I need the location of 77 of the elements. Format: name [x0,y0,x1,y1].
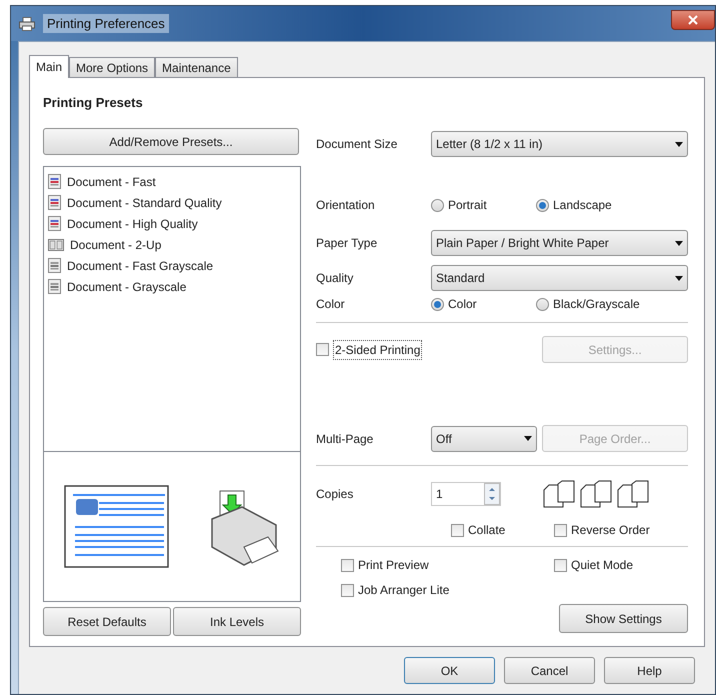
field-label: Paper Type [316,235,378,252]
printer-icon [19,16,35,30]
tab[interactable]: More Options [69,57,156,77]
preset-item[interactable]: Document - 2-Up [48,234,296,255]
section-heading: Printing Presets [43,94,144,112]
dialog-action-button[interactable]: Ink Levels [173,607,301,636]
radio-label: Color [448,296,477,313]
field-label: Color [316,296,346,313]
radio-button[interactable] [431,198,444,212]
dialog-action-button[interactable]: Reset Defaults [43,607,171,636]
preset-label: Document - Standard Quality [67,194,222,212]
preset-label: Document - 2-Up [70,236,162,254]
dropdown[interactable]: Plain Paper / Bright White Paper [431,230,688,256]
dropdown[interactable]: Off [431,426,537,452]
dropdown-arrow-icon [675,240,683,246]
page-layout-icon [64,484,170,568]
window-title: Printing Preferences [43,14,169,34]
radio-label: Black/Grayscale [553,296,640,313]
checkbox-label: Quiet Mode [571,557,634,574]
checkbox[interactable] [554,558,567,572]
checkbox[interactable] [316,343,329,356]
dropdown-value: Plain Paper / Bright White Paper [436,235,609,252]
field-label: Quality [316,270,354,287]
dropdown-value: Letter (8 1/2 x 11 in) [436,136,542,153]
preset-label: Document - High Quality [67,216,198,232]
dialog-button[interactable]: Help [604,657,695,684]
radio-button[interactable] [536,198,549,212]
close-button[interactable] [671,10,715,30]
document-icon [48,216,61,231]
show-settings-button[interactable]: Show Settings [559,604,688,633]
tab[interactable]: Main [29,55,70,78]
radio-button[interactable] [431,298,444,310]
checkbox[interactable] [554,524,567,536]
field-label: Multi-Page [316,430,374,448]
checkbox[interactable] [341,558,354,572]
dropdown-arrow-icon [675,276,683,280]
two-pages-icon [48,238,64,250]
copies-value: 1 [436,486,443,503]
document-icon [48,279,61,294]
checkbox[interactable] [341,584,354,596]
copies-spinner[interactable]: 1 [431,482,501,506]
close-icon [688,14,698,24]
field-label: Document Size [316,136,398,153]
preset-item[interactable]: Document - Standard Quality [48,192,296,213]
dropdown-value: Off [436,430,452,448]
preset-label: Document - Fast [67,174,156,190]
dialog-button[interactable]: OK [404,657,495,684]
radio-label: Portrait [448,197,487,214]
checkbox-label: Collate [468,522,506,539]
document-icon [48,195,61,210]
preset-label: Document - Fast Grayscale [67,258,214,274]
add-remove-presets-button[interactable]: Add/Remove Presets... [43,128,299,155]
checkbox[interactable] [451,524,464,536]
preset-label: Document - Grayscale [67,278,186,296]
checkbox-label: Print Preview [358,557,429,574]
checkbox-label: Job Arranger Lite [358,582,450,599]
radio-label: Landscape [553,197,612,214]
dropdown-arrow-icon [524,436,532,441]
preset-item[interactable]: Document - Grayscale [48,276,296,297]
field-label: Orientation [316,197,376,214]
checkbox-label: Reverse Order [571,522,650,539]
dialog-button[interactable]: Cancel [504,657,595,684]
field-label: Copies [316,486,354,503]
tab[interactable]: Maintenance [155,57,238,77]
dropdown-value: Standard [436,270,485,287]
dropdown-arrow-icon [675,142,683,146]
document-icon [48,258,61,273]
collated-pages-icon [542,480,650,508]
checkbox-label: 2-Sided Printing [333,340,422,360]
preset-item[interactable]: Document - High Quality [48,213,296,234]
document-icon [48,174,61,189]
radio-button[interactable] [536,298,549,310]
preset-item[interactable]: Document - Fast [48,171,296,192]
preset-item[interactable]: Document - Fast Grayscale [48,255,296,276]
dropdown[interactable]: Standard [431,265,688,291]
dropdown[interactable]: Letter (8 1/2 x 11 in) [431,131,688,157]
spinner-arrows-icon [484,483,500,505]
